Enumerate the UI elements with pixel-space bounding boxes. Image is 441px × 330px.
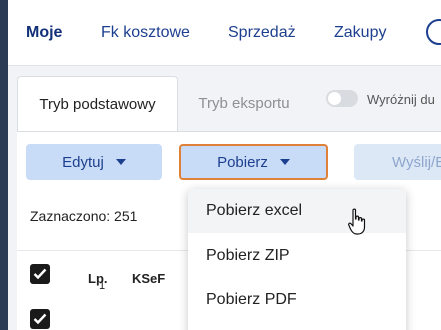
tab-export-mode[interactable]: Tryb eksportu — [178, 76, 310, 131]
nav-item-sprzedaz[interactable]: Sprzedaż — [228, 24, 296, 42]
download-button-label: Pobierz — [217, 153, 268, 171]
nav-item-moje[interactable]: Moje — [26, 24, 62, 42]
download-button[interactable]: Pobierz — [179, 144, 328, 180]
top-navigation: Moje Fk kosztowe Sprzedaż Zakupy — [8, 0, 441, 66]
nav-item-fk-kosztowe[interactable]: Fk kosztowe — [101, 24, 190, 42]
edit-button[interactable]: Edytuj — [26, 144, 162, 180]
send-button-label: Wyślij/E — [392, 153, 441, 171]
menu-item-download-excel[interactable]: Pobierz excel — [188, 189, 406, 233]
column-header-ksef: KSeF — [132, 271, 166, 286]
download-dropdown-menu: Pobierz excel Pobierz ZIP Pobierz PDF — [188, 189, 406, 330]
check-icon — [33, 313, 47, 325]
hand-cursor-icon — [348, 208, 366, 235]
row-checkbox[interactable] — [30, 309, 50, 329]
send-button[interactable]: Wyślij/E — [354, 144, 441, 180]
chevron-down-icon — [115, 159, 126, 165]
selected-count: Zaznaczono: 251 — [30, 208, 138, 224]
select-all-checkbox[interactable] — [30, 264, 50, 284]
highlight-toggle-label: Wyróżnij du — [367, 92, 435, 107]
nav-item-zakupy[interactable]: Zakupy — [334, 24, 386, 42]
highlight-toggle[interactable] — [326, 90, 358, 107]
edit-button-label: Edytuj — [62, 153, 104, 171]
app-frame: Moje Fk kosztowe Sprzedaż Zakupy Tryb po… — [8, 0, 441, 330]
toggle-knob — [328, 92, 341, 105]
check-icon — [33, 268, 47, 280]
chevron-down-icon — [279, 159, 290, 165]
menu-item-download-pdf[interactable]: Pobierz PDF — [188, 278, 406, 322]
tab-basic-mode[interactable]: Tryb podstawowy — [17, 76, 178, 131]
menu-item-download-zip[interactable]: Pobierz ZIP — [188, 234, 406, 278]
add-nav-icon[interactable] — [426, 19, 441, 45]
row-number: 1 — [99, 280, 106, 292]
